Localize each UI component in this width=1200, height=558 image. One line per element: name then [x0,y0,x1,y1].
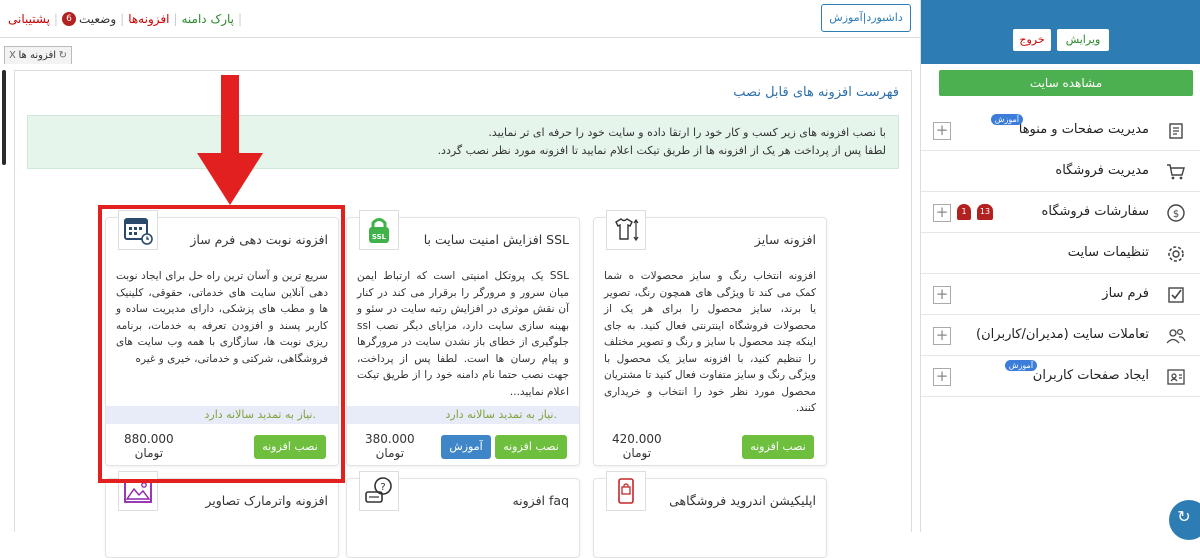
price-value: 380.000 [365,432,415,446]
page-title: فهرست افزونه های قابل نصب [733,85,899,100]
plugin-card-faq: ? افزونه faq [346,471,580,558]
plugin-card-ssl: SSL افزایش امنیت سایت با SSL SSL یک پروت… [346,210,580,466]
menu-interactions[interactable]: + تعاملات سایت (مدیران/کاربران) [921,315,1200,356]
refresh-icon[interactable]: ↻ [59,50,67,61]
expand-icon[interactable]: + [933,368,951,386]
highlight-arrow [197,75,263,205]
users-icon [1165,325,1187,347]
info-line-1: با نصب افزونه های زیر کسب و کار خود را ا… [488,126,886,139]
orders-bell-badge[interactable]: 13 [977,204,993,220]
card-renewal-note: نیاز به تمدید سالانه دارد. [347,406,579,424]
menu-form-builder[interactable]: + فرم ساز [921,274,1200,315]
edit-button[interactable]: ویرایش [1057,29,1109,51]
nav-domain-park[interactable]: پارک دامنه [177,12,238,26]
nav-status[interactable]: 6 وضعیت [58,12,120,26]
card-description: SSL یک پروتکل امنیتی است که ارتباط ایمن … [357,270,569,398]
tab-strip: X افزونه ها ↻ [0,44,920,64]
dollar-icon: $ [1165,202,1187,224]
menu-shop[interactable]: مدیریت فروشگاه [921,151,1200,192]
info-box: با نصب افزونه های زیر کسب و کار خود را ا… [27,115,899,169]
card-title: افزونه سایز [754,232,816,247]
price-currency: تومان [622,446,652,460]
card-title: اپلیکیشن اندروید فروشگاهی [669,493,816,508]
top-bar: پشتیبانی | 6 وضعیت | افزونه‌ها | پارک دا… [0,0,920,38]
price-value: 420.000 [612,432,662,446]
scroll-top-button[interactable]: ↻ [1169,500,1200,540]
view-site-button[interactable]: مشاهده سایت [939,70,1193,96]
gear-icon [1165,243,1187,265]
plugin-card-size: افزونه سایز افزونه انتخاب رنگ و سایز محص… [593,210,827,466]
price-currency: تومان [375,446,405,460]
tutorial-button[interactable]: آموزش [441,435,491,459]
menu-pages[interactable]: + مدیریت صفحات و منوها آموزش [921,110,1200,151]
cart-icon [1165,161,1187,183]
highlight-frame [98,205,345,483]
info-line-2: لطفا پس از پرداخت هر یک از افزونه ها از … [437,144,886,157]
card-price: 420.000 تومان [612,432,662,460]
menu-label: مدیریت فروشگاه [1055,163,1149,178]
expand-icon[interactable]: + [933,122,951,140]
menu-settings[interactable]: تنظیمات سایت [921,233,1200,274]
android-app-icon [606,471,646,511]
card-title: افزونه faq [512,493,569,508]
menu-label: تنظیمات سایت [1067,245,1149,260]
scrollbar[interactable] [0,64,8,532]
menu-orders[interactable]: + 1 13 سفارشات فروشگاه $ [921,192,1200,233]
install-button[interactable]: نصب افزونه [742,435,814,459]
card-price: 380.000 تومان [365,432,415,460]
menu-label: فرم ساز [1102,286,1149,301]
tshirt-size-icon [606,210,646,250]
nav-support[interactable]: پشتیبانی [4,12,54,26]
checkbox-icon [1165,284,1187,306]
menu-label-text: ایجاد صفحات کاربران [1032,368,1149,383]
plugin-card-watermark: افزونه واترمارک تصاویر [105,471,339,558]
card-title: افزونه واترمارک تصاویر [205,493,328,508]
card-description: افزونه انتخاب رنگ و سایز محصولات ه شما ک… [604,270,816,414]
menu-label: مدیریت صفحات و منوها آموزش [990,114,1149,137]
scrollbar-thumb[interactable] [2,70,6,165]
svg-text:$: $ [1173,209,1179,220]
nav-plugins[interactable]: افزونه‌ها [124,12,173,26]
dashboard-tutorial-button[interactable]: داشبورد|آموزش [821,4,911,32]
tutorial-badge[interactable]: آموزش [990,114,1024,125]
tab-plugins[interactable]: X افزونه ها ↻ [4,46,72,64]
orders-bell-badge[interactable]: 1 [957,204,971,220]
menu-user-pages[interactable]: + ایجاد صفحات کاربران آموزش [921,356,1200,397]
menu-label: تعاملات سایت (مدیران/کاربران) [976,327,1149,342]
install-button[interactable]: نصب افزونه [495,435,567,459]
plugin-card-android: اپلیکیشن اندروید فروشگاهی [593,471,827,558]
tutorial-badge[interactable]: آموزش [1004,360,1038,371]
expand-icon[interactable]: + [933,204,951,222]
menu-label: ایجاد صفحات کاربران آموزش [1004,360,1149,383]
pages-icon [1165,120,1187,142]
nav-status-badge: 6 [61,12,76,26]
refresh-arrow-icon: ↻ [1177,506,1191,526]
nav-separator: | [238,12,243,26]
main-panel: فهرست افزونه های قابل نصب با نصب افزونه … [14,70,912,558]
user-page-icon [1165,366,1187,388]
nav-status-label: وضعیت [78,12,117,26]
sidebar: خروج ویرایش مشاهده سایت + مدیریت صفحات و… [920,0,1200,540]
menu-label: سفارشات فروشگاه [1041,204,1149,219]
top-nav: پشتیبانی | 6 وضعیت | افزونه‌ها | پارک دا… [4,0,242,38]
card-title: افزایش امنیت سایت با SSL [423,232,569,247]
logout-button[interactable]: خروج [1013,29,1051,51]
menu-label-text: مدیریت صفحات و منوها [1018,122,1149,137]
tab-label: افزونه ها [18,50,57,61]
expand-icon[interactable]: + [933,327,951,345]
tab-close-icon[interactable]: X [9,50,16,61]
ssl-lock-icon: SSL [359,210,399,250]
faq-chat-icon: ? [359,471,399,511]
expand-icon[interactable]: + [933,286,951,304]
sidebar-header: خروج ویرایش [921,0,1200,64]
svg-text:SSL: SSL [372,233,387,241]
